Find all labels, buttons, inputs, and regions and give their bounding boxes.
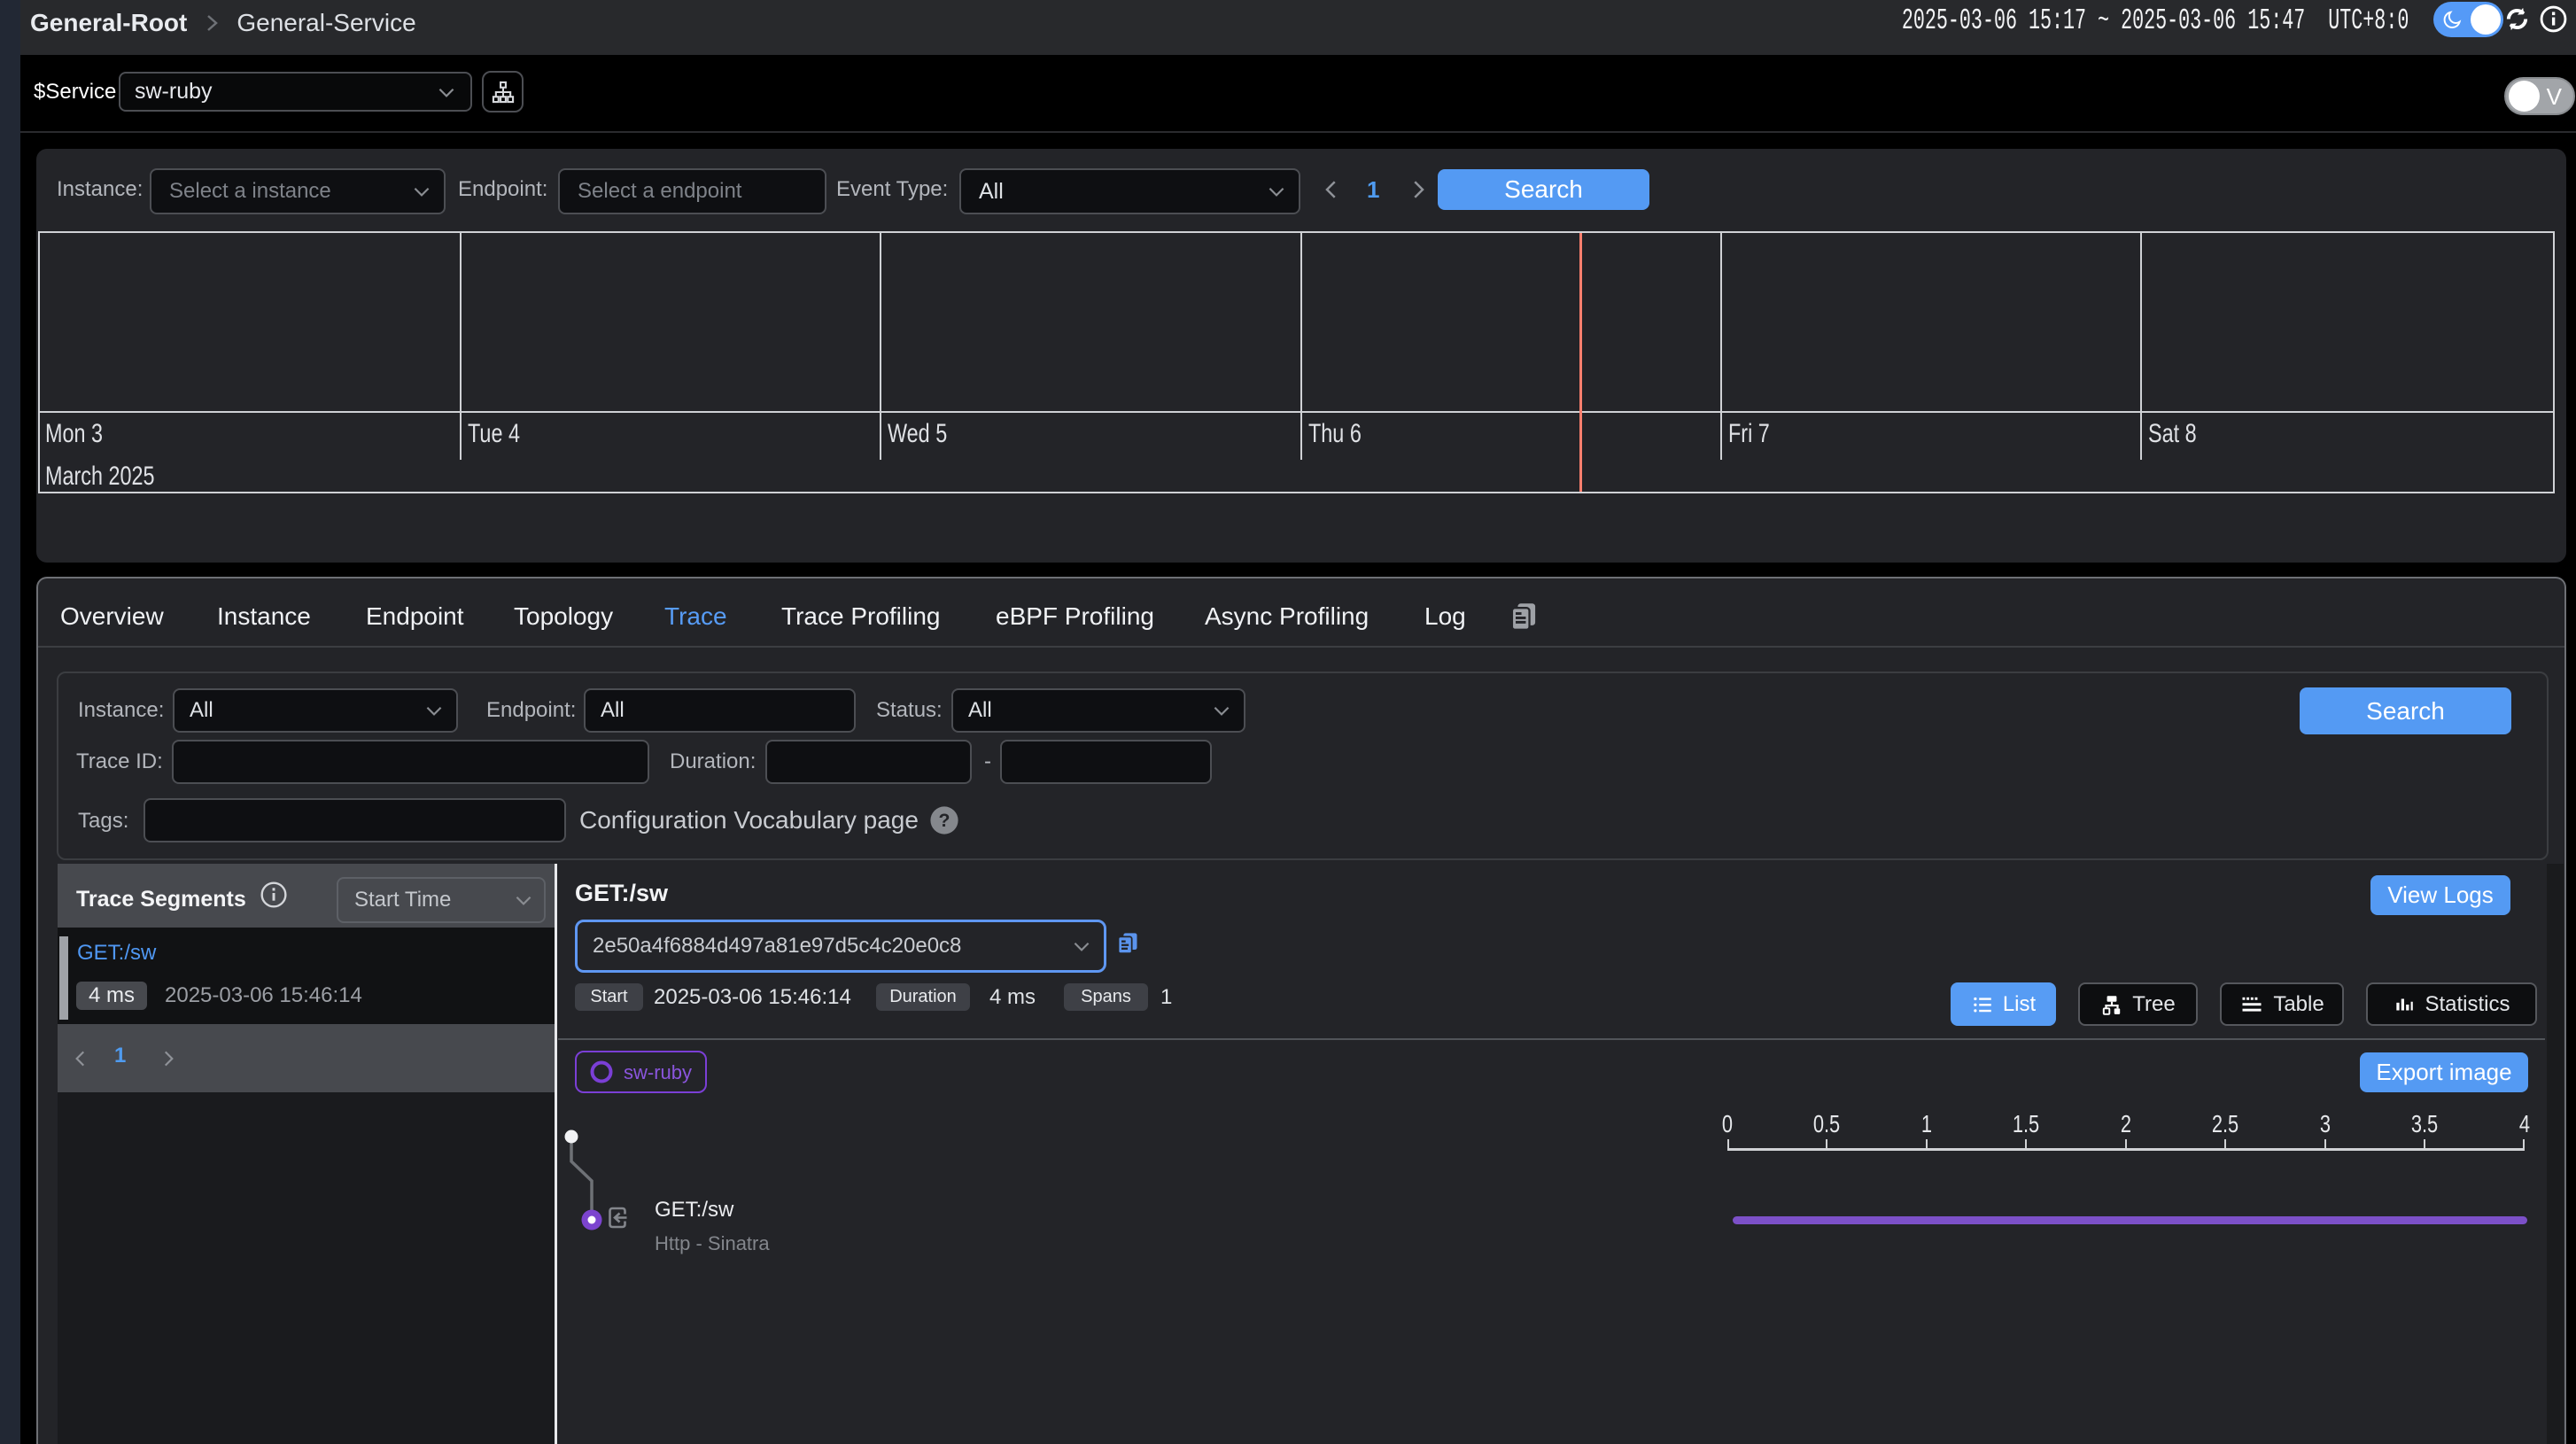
svg-text:?: ?	[939, 810, 950, 831]
